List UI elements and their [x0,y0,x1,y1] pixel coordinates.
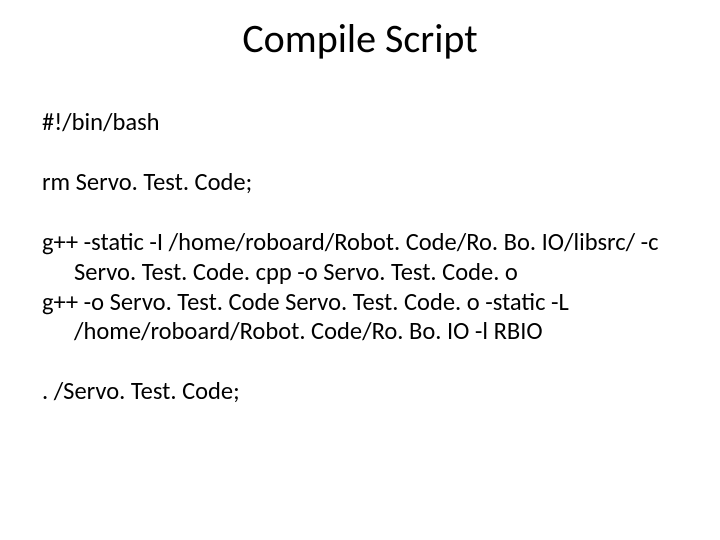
blank-line [42,198,678,228]
code-line-gpp2: g++ -o Servo. Test. Code Servo. Test. Co… [42,288,678,348]
slide: Compile Script #!/bin/bash rm Servo. Tes… [0,0,720,540]
code-line-gpp1: g++ -static -I /home/roboard/Robot. Code… [42,228,678,288]
code-line-shebang: #!/bin/bash [42,108,678,138]
blank-line [42,347,678,377]
slide-title: Compile Script [0,14,720,63]
code-line-rm: rm Servo. Test. Code; [42,168,678,198]
slide-body: #!/bin/bash rm Servo. Test. Code; g++ -s… [42,108,678,407]
code-line-run: . /Servo. Test. Code; [42,377,678,407]
blank-line [42,138,678,168]
